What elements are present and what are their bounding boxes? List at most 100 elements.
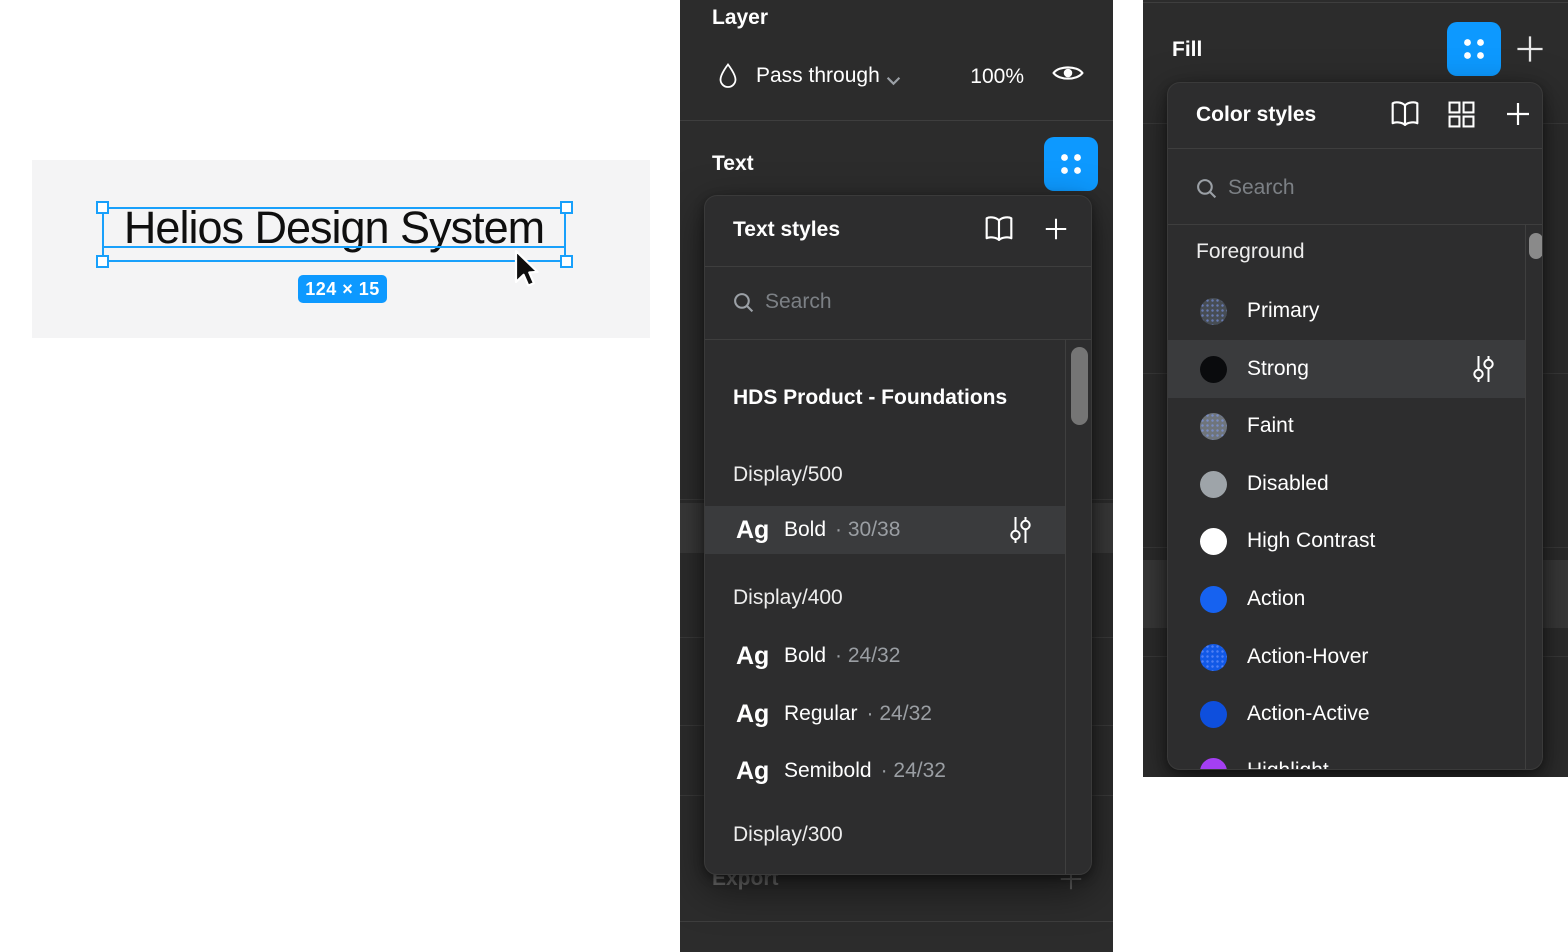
color-style-name: Primary	[1247, 299, 1319, 323]
color-style-row[interactable]: Faint	[1168, 397, 1525, 455]
divider	[1143, 2, 1568, 3]
color-group-header: Foreground	[1196, 240, 1305, 264]
color-swatch	[1200, 471, 1227, 498]
text-section-title: Text	[712, 151, 754, 177]
add-text-style-button[interactable]	[1043, 216, 1069, 247]
blend-mode-dropdown[interactable]: Pass through	[708, 56, 918, 96]
sliders-icon	[1471, 354, 1496, 384]
style-sample: Ag	[736, 516, 784, 545]
style-weight: Bold	[784, 644, 826, 668]
plus-icon	[1514, 33, 1546, 65]
search-icon	[1195, 177, 1218, 205]
open-book-library-icon[interactable]	[1390, 100, 1420, 133]
eye-icon	[1052, 71, 1084, 88]
fill-section-title: Fill	[1172, 37, 1202, 63]
style-weight: Bold	[784, 518, 826, 542]
scrollbar-thumb[interactable]	[1529, 233, 1543, 259]
color-style-name: High Contrast	[1247, 529, 1375, 553]
text-style-row[interactable]: Ag Bold · 24/32	[705, 632, 1065, 680]
style-sample: Ag	[736, 757, 784, 786]
color-swatch	[1200, 701, 1227, 728]
color-swatch	[1200, 586, 1227, 613]
text-baseline-line	[102, 246, 566, 248]
color-style-name: Highlight	[1247, 759, 1329, 770]
color-style-row[interactable]: High Contrast	[1168, 512, 1525, 570]
color-style-row[interactable]: Highlight	[1168, 742, 1525, 770]
text-styles-search-input[interactable]	[765, 286, 1005, 318]
style-size: · 24/32	[881, 759, 946, 783]
selection-box	[102, 207, 566, 262]
text-style-row[interactable]: Ag Regular · 24/32	[705, 690, 1065, 738]
selection-handle-nw[interactable]	[96, 201, 109, 214]
style-weight: Regular	[784, 702, 858, 726]
plus-icon	[1043, 216, 1069, 242]
style-size: · 30/38	[835, 518, 900, 542]
color-style-row[interactable]: Action	[1168, 570, 1525, 628]
divider	[705, 339, 1091, 340]
color-style-name: Disabled	[1247, 472, 1329, 496]
figma-ui: Helios Design System 124 × 15 Layer Pass…	[0, 0, 1568, 952]
color-swatch	[1200, 413, 1227, 440]
divider	[680, 120, 1113, 121]
style-sample: Ag	[736, 642, 784, 671]
search-icon	[732, 291, 755, 319]
properties-panel: Layer Pass through 100%	[680, 0, 1113, 952]
style-group-label: Display/500	[733, 463, 843, 487]
color-styles-popup: Color styles	[1167, 82, 1543, 770]
color-style-row[interactable]: Strong	[1168, 340, 1525, 398]
color-style-row[interactable]: Primary	[1168, 282, 1525, 340]
text-style-row[interactable]: Ag Semibold · 24/32	[705, 747, 1065, 795]
selection-handle-se[interactable]	[560, 255, 573, 268]
style-size: · 24/32	[835, 644, 900, 668]
color-style-row[interactable]: Disabled	[1168, 455, 1525, 513]
color-style-name: Action	[1247, 587, 1305, 611]
selection-handle-ne[interactable]	[560, 201, 573, 214]
selection-handle-sw[interactable]	[96, 255, 109, 268]
color-styles-popup-title: Color styles	[1196, 102, 1316, 128]
style-size: · 24/32	[867, 702, 932, 726]
style-sample: Ag	[736, 700, 784, 729]
visibility-eye-button[interactable]	[1052, 62, 1088, 90]
style-weight: Semibold	[784, 759, 872, 783]
edit-style-button[interactable]	[1008, 515, 1033, 545]
color-style-row[interactable]: Action-Hover	[1168, 628, 1525, 686]
scrollbar-track	[1525, 224, 1526, 770]
style-group-label: Display/400	[733, 586, 843, 610]
color-style-name: Faint	[1247, 414, 1294, 438]
color-swatch	[1200, 298, 1227, 325]
add-fill-button[interactable]	[1514, 33, 1546, 70]
add-color-style-button[interactable]	[1504, 100, 1532, 133]
divider	[705, 266, 1091, 267]
text-styles-toggle-button[interactable]	[1044, 137, 1098, 191]
style-group-label: Display/300	[733, 823, 843, 847]
dimension-badge: 124 × 15	[298, 275, 387, 303]
blend-mode-value: Pass through	[756, 63, 880, 89]
text-styles-popup: Text styles HDS	[704, 195, 1092, 875]
grid-view-icon[interactable]	[1448, 101, 1475, 133]
open-book-library-icon[interactable]	[984, 215, 1014, 248]
color-swatch	[1200, 644, 1227, 671]
text-style-row[interactable]: Ag Bold · 30/38	[705, 506, 1065, 554]
text-styles-popup-title: Text styles	[733, 217, 840, 243]
color-swatch	[1200, 758, 1227, 771]
plus-icon	[1504, 100, 1532, 128]
divider	[680, 921, 1113, 922]
divider	[1168, 224, 1542, 225]
sliders-icon	[1008, 515, 1033, 545]
color-style-name: Action-Active	[1247, 702, 1370, 726]
scrollbar-thumb[interactable]	[1071, 347, 1088, 425]
color-style-name: Action-Hover	[1247, 645, 1368, 669]
color-style-row[interactable]: Action-Active	[1168, 685, 1525, 743]
fill-panel: Fill Color styles	[1143, 0, 1568, 777]
four-dot-style-icon	[1447, 63, 1501, 80]
edit-style-button[interactable]	[1471, 354, 1496, 384]
color-styles-search-input[interactable]	[1228, 172, 1468, 204]
color-style-name: Strong	[1247, 357, 1309, 381]
divider	[1168, 148, 1542, 149]
color-swatch	[1200, 528, 1227, 555]
color-styles-toggle-button[interactable]	[1447, 22, 1501, 76]
library-header: HDS Product - Foundations	[733, 385, 1007, 411]
color-swatch	[1200, 356, 1227, 383]
opacity-input[interactable]: 100%	[968, 64, 1024, 90]
mouse-cursor-icon	[513, 249, 541, 296]
